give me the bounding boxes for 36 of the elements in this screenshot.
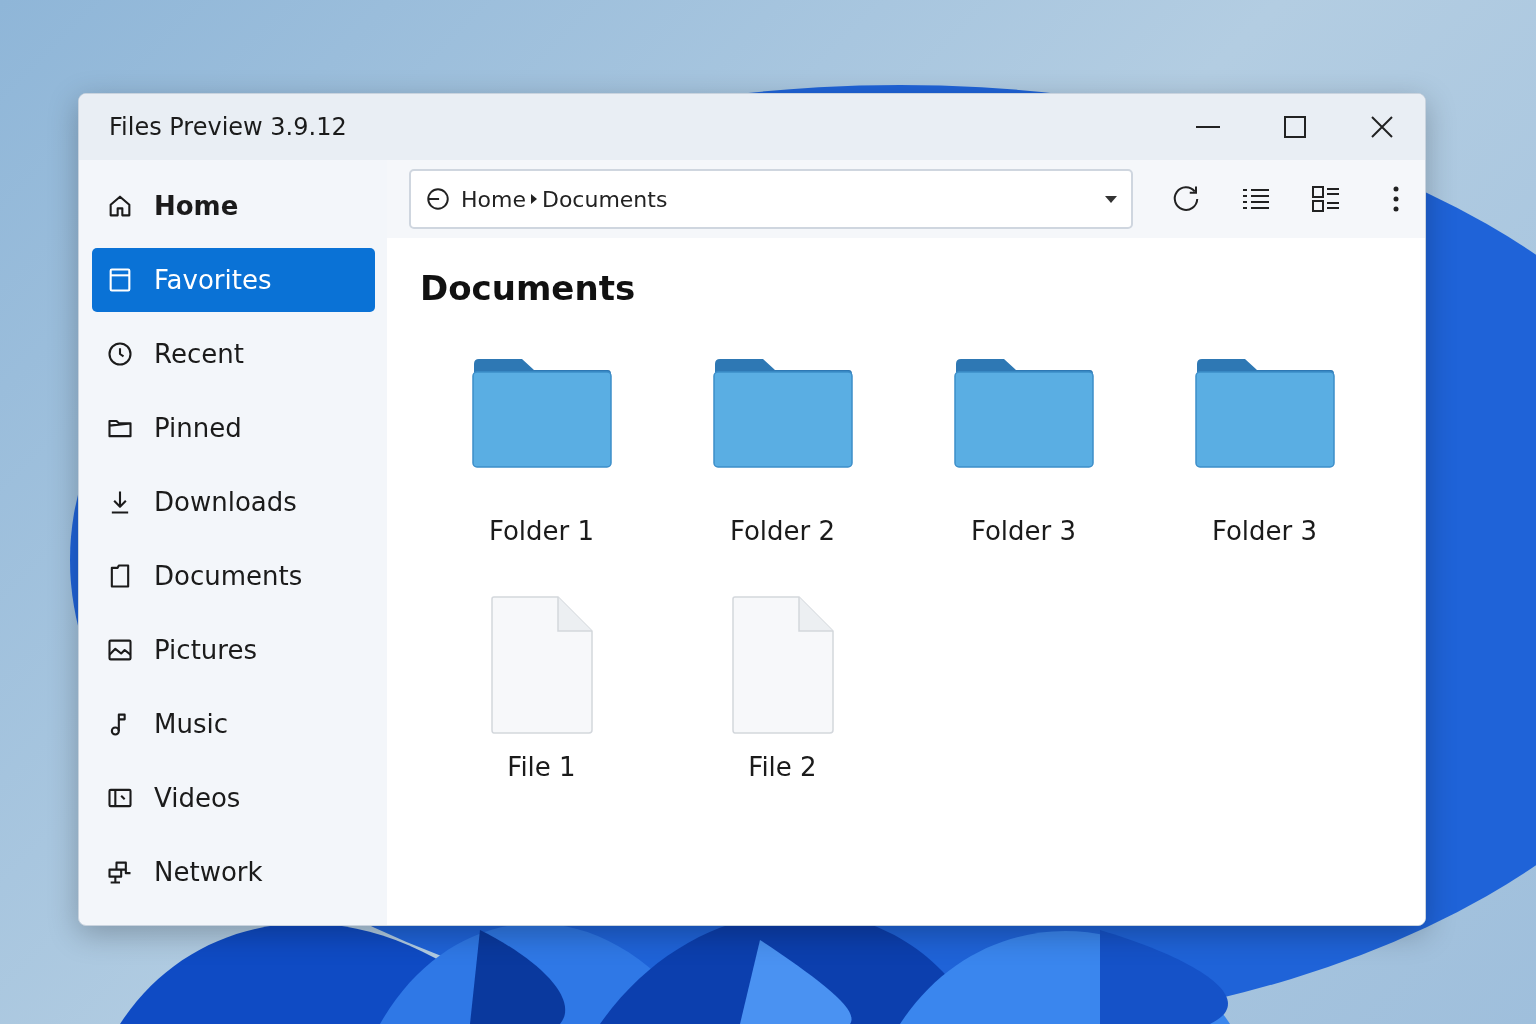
folder-icon[interactable] xyxy=(1194,358,1335,468)
folder-icon[interactable] xyxy=(471,358,612,468)
minimize-icon xyxy=(1195,126,1220,128)
folder-icon[interactable] xyxy=(712,358,853,468)
sidebar-item[interactable]: Pictures xyxy=(92,618,375,682)
sidebar-item[interactable]: Documents xyxy=(92,544,375,608)
window-title: Files Preview 3.9.12 xyxy=(108,113,348,141)
chevron-icon xyxy=(529,193,538,205)
sidebar-item[interactable]: Favorites xyxy=(92,248,375,312)
sidebar-item[interactable]: Network xyxy=(92,840,375,904)
location-icon xyxy=(425,186,451,212)
item-label: File 1 xyxy=(507,752,576,782)
close-icon xyxy=(1370,116,1393,138)
item-label: File 2 xyxy=(748,752,817,782)
tiles-icon xyxy=(1312,186,1340,212)
folder-heading: Documents xyxy=(420,268,637,308)
clock-icon xyxy=(106,340,134,368)
item-label: Folder 3 xyxy=(1211,516,1318,546)
sidebar-item[interactable]: Home xyxy=(92,174,375,238)
breadcrumb[interactable]: Home xyxy=(461,186,526,212)
address-bar[interactable]: Home Documents xyxy=(409,169,1133,229)
sidebar-item[interactable]: Music xyxy=(92,692,375,756)
item-label: Folder 1 xyxy=(488,516,595,546)
list-icon xyxy=(1242,187,1270,211)
item-label: Folder 2 xyxy=(729,516,836,546)
sidebar-item[interactable]: Pinned xyxy=(92,396,375,460)
sidebar-item[interactable]: Downloads xyxy=(92,470,375,534)
breadcrumb[interactable]: Documents xyxy=(541,186,668,212)
sidebar-item[interactable]: Recent xyxy=(92,322,375,386)
dropdown-icon[interactable] xyxy=(1105,195,1117,203)
maximize-icon xyxy=(1283,116,1306,138)
folder-icon[interactable] xyxy=(953,358,1094,468)
item-label: Folder 3 xyxy=(970,516,1077,546)
more-icon xyxy=(1393,186,1399,212)
sidebar-item[interactable]: Videos xyxy=(92,766,375,830)
refresh-icon xyxy=(1171,184,1201,214)
